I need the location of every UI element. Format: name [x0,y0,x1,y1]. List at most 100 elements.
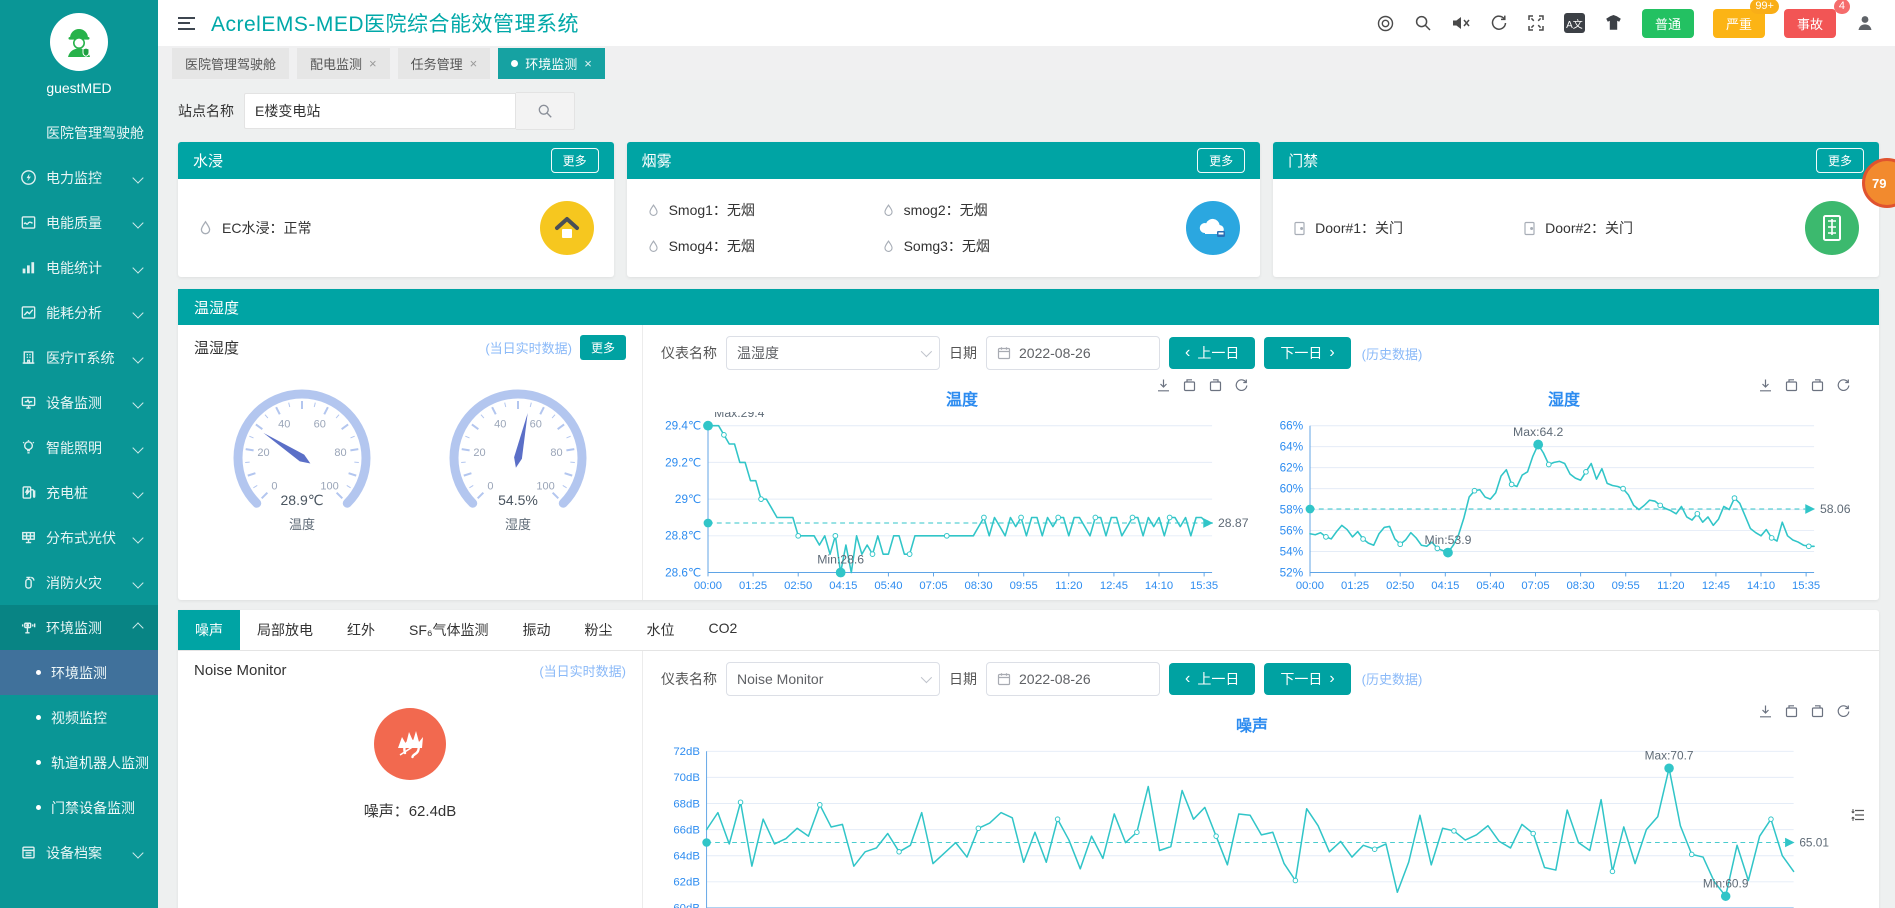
sidebar-item-device-monitor[interactable]: 设备监测 [0,380,158,425]
chart-refresh-icon[interactable] [1836,378,1851,393]
sidebar-item-environment[interactable]: 环境监测 [0,605,158,650]
sidebar-item-device-archive[interactable]: 设备档案 [0,830,158,875]
restore-left-icon[interactable] [1182,378,1197,393]
temperature-line-chart[interactable]: 28.6℃28.8℃29℃29.2℃29.4℃00:0001:2502:5004… [661,412,1263,598]
noise-meter-select[interactable]: Noise Monitor [726,662,940,696]
restore-right-icon[interactable] [1810,378,1825,393]
svg-text:29℃: 29℃ [675,493,701,506]
sound-muted-icon[interactable] [1451,14,1471,32]
data-filter-icon[interactable] [1851,807,1867,826]
restore-left-icon[interactable] [1784,378,1799,393]
sidebar-item-pv[interactable]: 分布式光伏 [0,515,158,560]
tab-dashboard[interactable]: 医院管理驾驶舱 [172,48,289,79]
sidebar-item-power-monitor[interactable]: 电力监控 [0,155,158,200]
tab-task-manage[interactable]: 任务管理 × [398,48,491,79]
site-name-input[interactable]: E楼变电站 [244,93,516,129]
refresh-icon[interactable] [1490,14,1508,32]
close-icon[interactable]: × [369,57,377,70]
alarm-normal-button[interactable]: 普通 [1642,9,1694,38]
door-icon [1293,221,1306,236]
svg-text:01:25: 01:25 [1341,580,1369,592]
sidebar-subitem-video[interactable]: 视频监控 [0,695,158,740]
svg-text:28.6℃: 28.6℃ [665,566,701,579]
search-icon [537,103,553,119]
theme-shirt-icon[interactable] [1604,14,1623,32]
tab-environment[interactable]: 环境监测 × [498,48,605,79]
sidebar-subitem-env-monitor[interactable]: 环境监测 [0,650,158,695]
tab-dust[interactable]: 粉尘 [568,610,630,650]
sidebar-item-power-stats[interactable]: 电能统计 [0,245,158,290]
water-status-item: EC水浸：正常 [198,218,540,238]
realtime-data-link[interactable]: (当日实时数据) [485,338,572,357]
search-button[interactable] [516,92,575,130]
restore-left-icon[interactable] [1784,704,1799,719]
tab-vibration[interactable]: 振动 [506,610,568,650]
smoke-more-button[interactable]: 更多 [1197,148,1245,173]
noise-line-chart[interactable]: 60dB62dB64dB66dB68dB70dB72dB00:0000:4001… [661,738,1843,908]
tab-partial-discharge[interactable]: 局部放电 [240,610,330,650]
download-icon[interactable] [1758,378,1773,393]
chart-toolbox [1156,378,1249,393]
date-label: 日期 [949,343,977,363]
svg-text:15:35: 15:35 [1190,580,1218,592]
tab-co2[interactable]: CO2 [692,610,755,650]
help-ring-icon[interactable] [1376,14,1395,33]
sidebar-subitem-door-device[interactable]: 门禁设备监测 [0,785,158,830]
sidebar-item-dashboard[interactable]: 医院管理驾驶舱 [0,110,158,155]
svg-text:12:45: 12:45 [1702,580,1730,592]
door-card-header: 门禁 更多 [1273,142,1879,179]
sidebar-item-medical-it[interactable]: 医疗IT系统 [0,335,158,380]
svg-text:66%: 66% [1280,420,1304,433]
close-icon[interactable]: × [584,57,592,70]
prev-day-button[interactable]: ‹ 上一日 [1169,337,1255,369]
chevron-down-icon [132,352,143,363]
close-icon[interactable]: × [470,57,478,70]
alarm-severe-button[interactable]: 严重 99+ [1713,9,1765,38]
translate-icon[interactable]: A文 [1564,13,1585,33]
next-day-button[interactable]: 下一日 › [1264,337,1350,369]
chart-refresh-icon[interactable] [1836,704,1851,719]
chevron-down-icon [132,397,143,408]
history-data-link[interactable]: (历史数据) [1362,344,1423,363]
sidebar-item-power-quality[interactable]: 电能质量 [0,200,158,245]
chevron-left-icon: ‹ [1185,671,1190,687]
calendar-icon [997,346,1011,360]
next-day-button[interactable]: 下一日 › [1264,663,1350,695]
noise-date-picker[interactable]: 2022-08-26 [986,662,1160,696]
fullscreen-icon[interactable] [1527,14,1545,32]
chevron-down-icon [132,532,143,543]
tab-water-level[interactable]: 水位 [630,610,692,650]
sidebar-item-lighting[interactable]: 智能照明 [0,425,158,470]
download-icon[interactable] [1156,378,1171,393]
collapse-menu-icon[interactable] [178,17,195,30]
user-icon[interactable] [1855,13,1875,33]
tab-noise[interactable]: 噪声 [178,610,240,650]
restore-right-icon[interactable] [1810,704,1825,719]
tab-power-distribution[interactable]: 配电监测 × [297,48,390,79]
sidebar-item-ev-charger[interactable]: 充电桩 [0,470,158,515]
svg-text:64dB: 64dB [673,850,700,862]
sidebar-subitem-rail-robot[interactable]: 轨道机器人监测 [0,740,158,785]
tab-infrared[interactable]: 红外 [330,610,392,650]
water-more-button[interactable]: 更多 [551,148,599,173]
search-icon[interactable] [1414,14,1432,32]
download-icon[interactable] [1758,704,1773,719]
svg-text:Max:29.4: Max:29.4 [714,412,764,420]
door-more-button[interactable]: 更多 [1816,148,1864,173]
humidity-line-chart[interactable]: 52%54%56%58%60%62%64%66%00:0001:2502:500… [1263,412,1865,598]
avatar[interactable] [50,13,108,71]
tab-sf6-gas[interactable]: SF₆气体监测 [392,610,506,650]
alarm-accident-button[interactable]: 事故 4 [1784,9,1836,38]
date-picker[interactable]: 2022-08-26 [986,336,1160,370]
history-data-link[interactable]: (历史数据) [1362,669,1423,688]
sidebar-item-energy-analysis[interactable]: 能耗分析 [0,290,158,335]
chevron-down-icon [132,262,143,273]
date-label: 日期 [949,669,977,689]
realtime-data-link[interactable]: (当日实时数据) [539,661,626,680]
meter-select[interactable]: 温湿度 [726,336,940,370]
sidebar-item-fire[interactable]: 消防火灾 [0,560,158,605]
gauge-more-button[interactable]: 更多 [580,335,626,360]
chart-refresh-icon[interactable] [1234,378,1249,393]
restore-right-icon[interactable] [1208,378,1223,393]
prev-day-button[interactable]: ‹ 上一日 [1169,663,1255,695]
